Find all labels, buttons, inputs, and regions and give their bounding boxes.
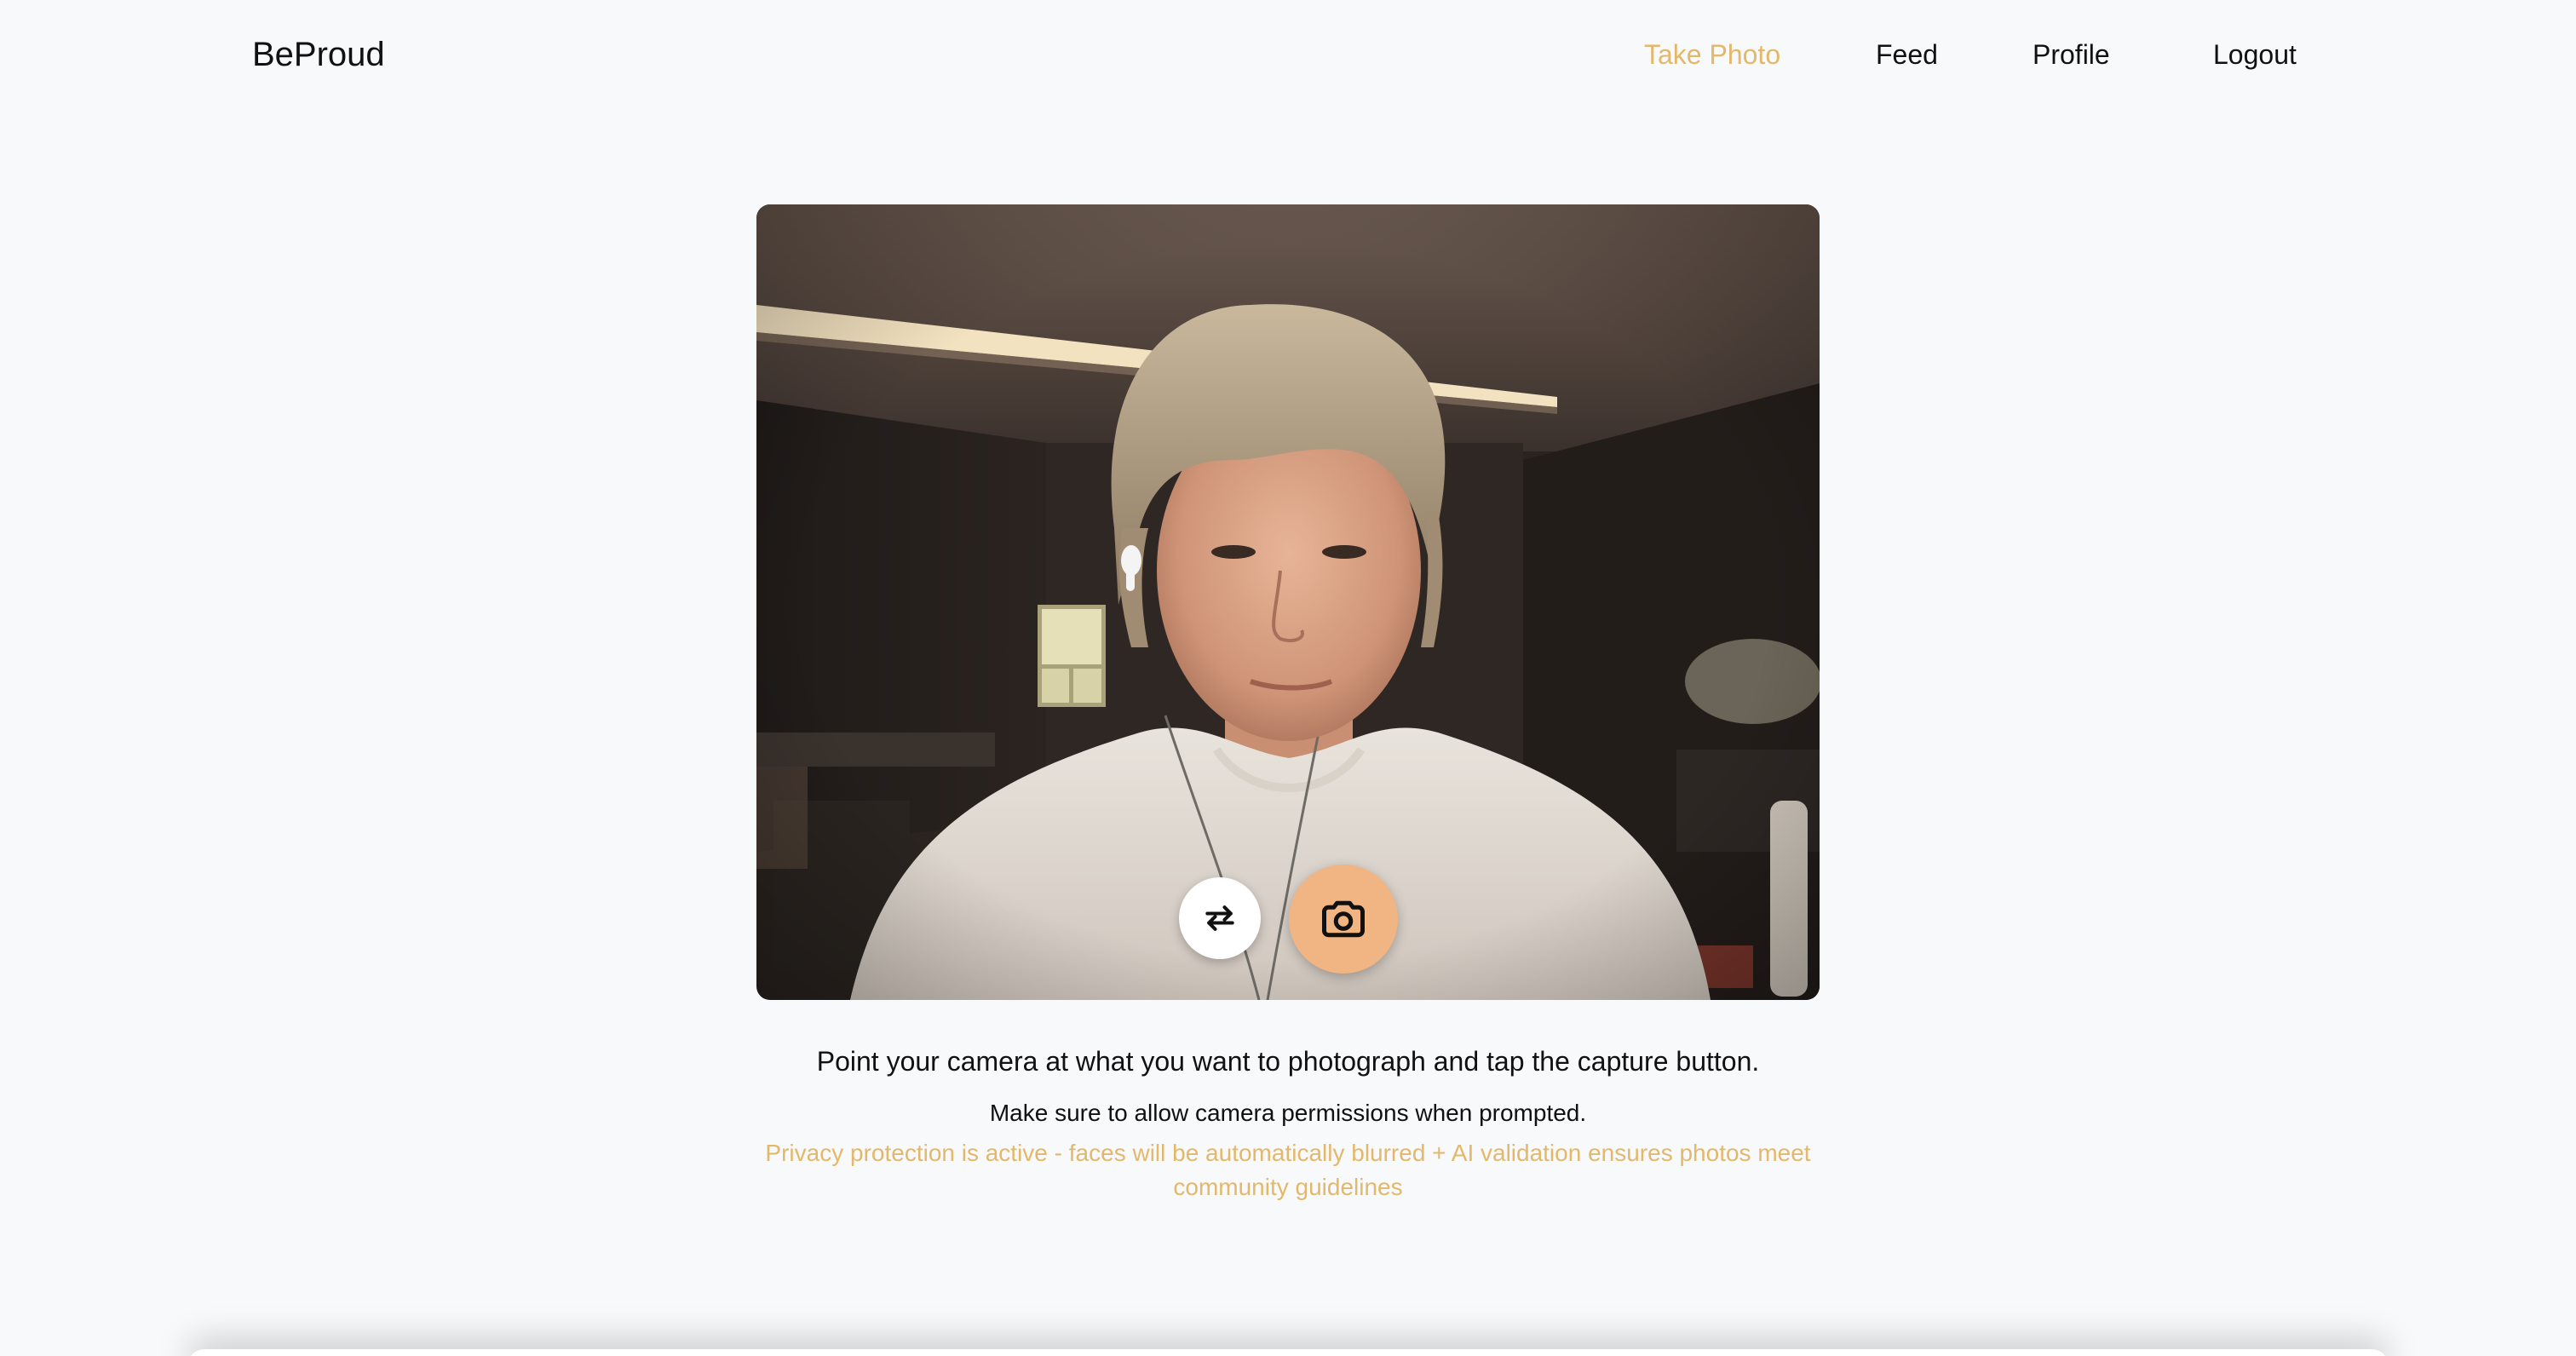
page: BeProud Take Photo Feed Profile Logout P…	[0, 0, 2576, 1356]
nav-logout[interactable]: Logout	[2213, 36, 2297, 73]
switch-camera-button[interactable]	[1179, 877, 1261, 959]
camera-icon	[1322, 900, 1365, 938]
bottom-panel-edge	[187, 1349, 2389, 1356]
instruction-sub: Make sure to allow camera permissions wh…	[989, 1100, 1587, 1126]
brand-logo[interactable]: BeProud	[252, 32, 385, 77]
nav-feed[interactable]: Feed	[1876, 36, 1938, 73]
camera-preview	[756, 204, 1820, 1000]
camera-feed-image	[756, 204, 1820, 1000]
instruction-main: Point your camera at what you want to ph…	[816, 1046, 1760, 1077]
privacy-notice: Privacy protection is active - faces wil…	[765, 1140, 1811, 1200]
nav-take-photo[interactable]: Take Photo	[1644, 36, 1780, 73]
switch-camera-icon	[1205, 905, 1234, 931]
nav-profile[interactable]: Profile	[2033, 36, 2110, 73]
top-nav: BeProud Take Photo Feed Profile Logout	[0, 0, 2576, 109]
capture-button[interactable]	[1289, 865, 1398, 974]
